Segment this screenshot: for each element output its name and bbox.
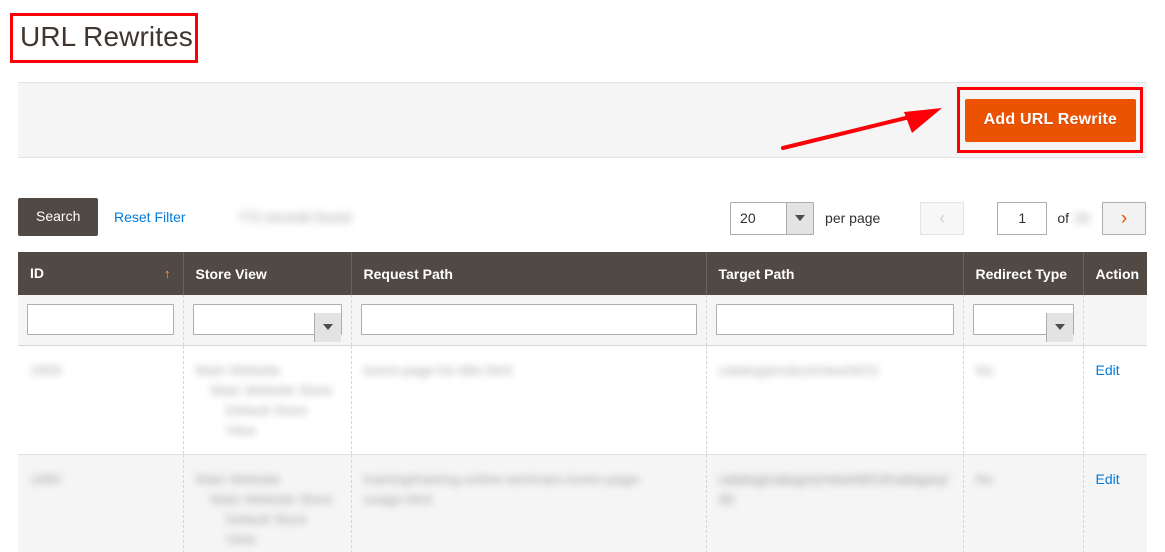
filter-input-id[interactable] [27,304,174,335]
store-view-store: Main Website Store [210,382,333,398]
cell-value-request-path: lorem-page-for-title.html [363,362,513,378]
filter-cell-target-path [706,295,964,346]
edit-link[interactable]: Edit [1096,362,1120,378]
cell-redirect-type: No [963,454,1084,552]
filter-cell-request-path [351,295,707,346]
filter-cell-action [1083,295,1147,346]
edit-link[interactable]: Edit [1096,471,1120,487]
page-title: URL Rewrites [20,21,193,52]
filter-select-wrap-redirect-type [972,304,1074,342]
filter-input-request-path[interactable] [360,304,697,335]
previous-page-button[interactable]: ‹ [920,201,965,235]
filter-cell-redirect-type [963,295,1084,346]
cell-value-target-path: catalog/category/view/id/14/category/45 [718,471,949,507]
sort-ascending-arrow: ↑ [164,266,171,281]
cell-value-redirect-type: No [975,362,994,378]
cell-redirect-type: No [963,345,1084,455]
page-of-label: of [1057,210,1069,226]
per-page-select[interactable]: 20 [730,201,815,235]
store-view-tree: Main Website Main Website Store Default … [196,469,341,549]
store-view-store: Main Website Store [210,491,333,507]
cell-store-view: Main Website Main Website Store Default … [183,345,352,455]
search-button[interactable]: Search [18,198,99,236]
filter-input-target-path[interactable] [715,304,954,335]
filter-cell-store-view [183,295,352,346]
grid-header-row: ID ↑ Store View Request Path Target Path… [18,252,1147,295]
url-rewrites-page: URL Rewrites Add URL Rewrite Search Rese… [0,0,1165,552]
store-view-website: Main Website [195,471,281,487]
cell-value-id: 1860 [30,471,62,487]
per-page-label: per page [825,210,881,226]
cell-action: Edit [1083,454,1147,552]
chevron-left-icon: ‹ [939,207,946,229]
reset-filter-link[interactable]: Reset Filter [114,208,186,226]
total-pages-value: 39 [1074,210,1090,226]
column-header-target-path[interactable]: Target Path [706,252,964,295]
current-page-input[interactable] [997,201,1048,235]
cell-store-view: Main Website Main Website Store Default … [183,454,352,552]
cell-request-path: training/training-online-seminars-lorem-… [351,454,707,552]
grid-filter-row [18,295,1147,346]
add-url-rewrite-button[interactable]: Add URL Rewrite [964,99,1136,142]
store-view-view: Default Store View [225,511,308,547]
per-page-select-wrap: 20 [730,201,815,235]
table-row[interactable]: 1859 Main Website Main Website Store Def… [18,345,1147,455]
cell-action: Edit [1083,345,1147,455]
cell-request-path: lorem-page-for-title.html [351,345,707,455]
filter-cell-id [18,295,184,346]
store-view-tree: Main Website Main Website Store Default … [196,360,341,440]
cell-value-redirect-type: No [975,471,994,487]
store-view-view: Default Store View [225,402,308,438]
filter-select-redirect-type[interactable] [972,304,1074,335]
column-header-id[interactable]: ID ↑ [18,252,184,295]
filter-select-store-view[interactable] [192,304,342,335]
table-row[interactable]: 1860 Main Website Main Website Store Def… [18,454,1147,552]
column-header-request-path[interactable]: Request Path [351,252,707,295]
cell-value-request-path: training/training-online-seminars-lorem-… [363,471,643,507]
pager: 20 per page ‹ of 39 › [730,198,1146,238]
column-header-action: Action [1083,252,1147,295]
store-view-website: Main Website [195,362,281,378]
cell-id: 1859 [18,345,184,455]
filter-select-wrap-store-view [192,304,342,342]
column-label-id: ID [30,265,44,281]
cell-value-target-path: catalog/product/view/id/11 [718,362,880,378]
url-rewrites-grid: ID ↑ Store View Request Path Target Path… [18,252,1147,552]
chevron-right-icon: › [1120,207,1128,229]
column-header-store-view[interactable]: Store View [183,252,352,295]
cell-value-id: 1859 [30,362,62,378]
records-found-text: 772 records found [238,209,351,225]
cell-target-path: catalog/category/view/id/14/category/45 [706,454,964,552]
column-header-redirect-type[interactable]: Redirect Type [963,252,1084,295]
cell-id: 1860 [18,454,184,552]
next-page-button[interactable]: › [1102,201,1146,235]
cell-target-path: catalog/product/view/id/11 [706,345,964,455]
page-title-wrap: URL Rewrites [14,16,201,59]
page-actions-toolbar: Add URL Rewrite [18,82,1147,158]
grid-controls: Search Reset Filter 772 records found 20… [18,198,1147,238]
